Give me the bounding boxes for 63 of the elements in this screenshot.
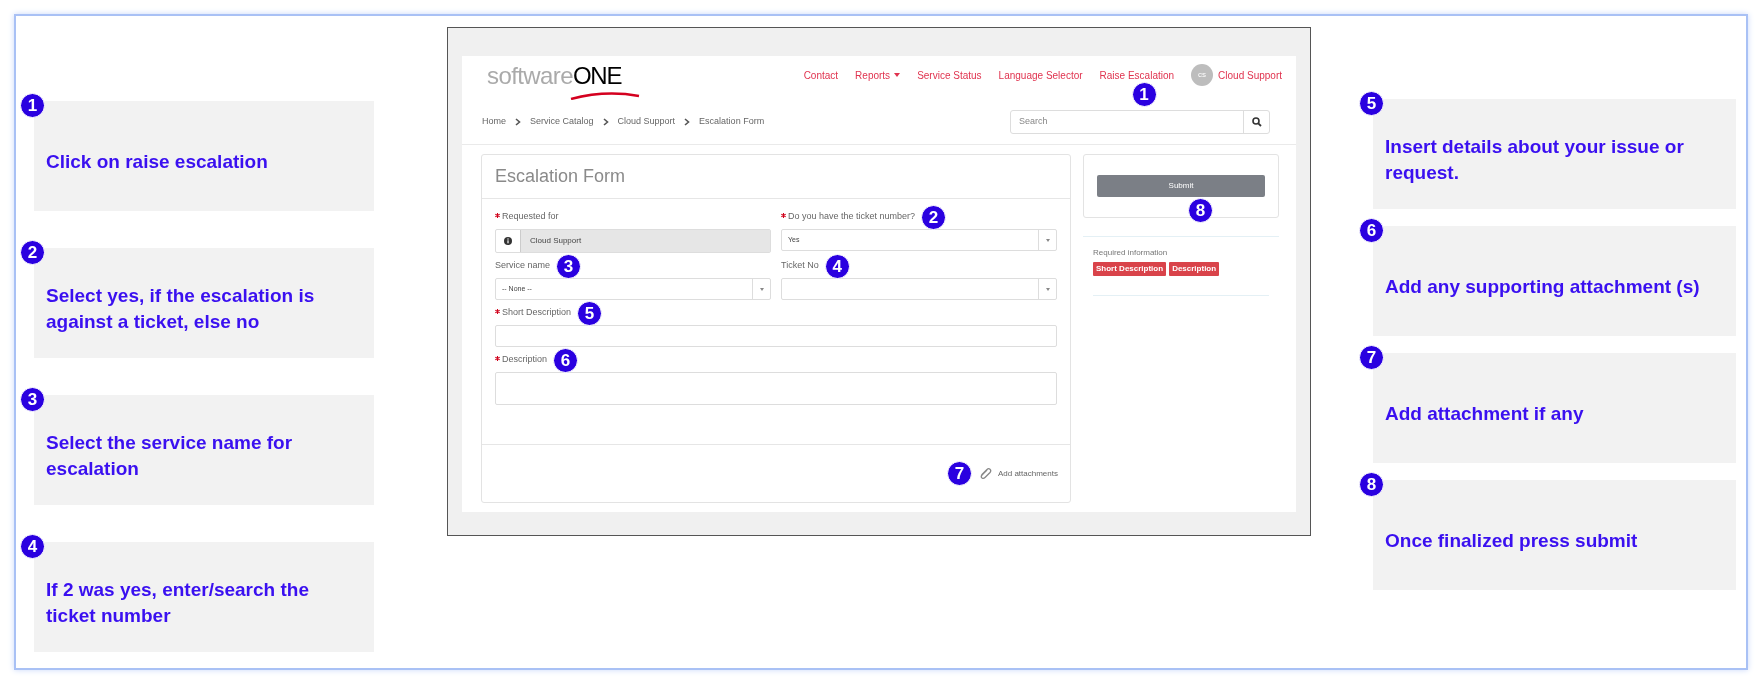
user-name-link[interactable]: Cloud Support: [1218, 67, 1282, 83]
input-field[interactable]: [495, 325, 1057, 347]
step-number-badge: 2: [20, 240, 45, 265]
step-text: Click on raise escalation: [46, 150, 268, 174]
dropdown[interactable]: [781, 278, 1057, 300]
chevron-icon: [602, 118, 609, 126]
info-icon: [504, 237, 512, 245]
logo-text: softwareONE: [487, 61, 622, 91]
nav-link[interactable]: Language Selector: [998, 67, 1083, 83]
text-area[interactable]: [495, 372, 1057, 405]
step-text: Once finalized press submit: [1385, 529, 1638, 553]
form-title: Escalation Form: [482, 155, 1070, 199]
step-number-badge: 3: [556, 253, 582, 279]
step-number-badge: 8: [1188, 198, 1213, 223]
logo-swoosh-icon: [569, 92, 641, 100]
step-text: Add any supporting attachment (s): [1385, 275, 1700, 299]
step-number-badge: 1: [20, 93, 45, 118]
submit-button[interactable]: Submit: [1097, 175, 1265, 197]
breadcrumb-link[interactable]: Service Catalog: [530, 115, 594, 129]
step-number-badge: 7: [946, 461, 972, 486]
add-attachments-link[interactable]: Add attachments: [997, 467, 1058, 480]
step-text: If 2 was yes, enter/search the ticket number: [46, 578, 310, 628]
step-text: Select the service name for escalation: [46, 431, 294, 481]
step-number-badge: 6: [553, 347, 579, 373]
step-text: Select yes, if the escalation is against a ticket, else no: [46, 284, 316, 334]
breadcrumb-link[interactable]: Home: [482, 115, 506, 129]
step-number-badge: 7: [1359, 345, 1384, 370]
search-input[interactable]: Search: [1011, 111, 1243, 133]
input-field[interactable]: Cloud Support: [495, 229, 771, 253]
caret-icon: [1045, 238, 1050, 242]
breadcrumb-link[interactable]: Cloud Support: [617, 115, 676, 129]
step-number-badge: 5: [1359, 91, 1384, 116]
search-field[interactable]: Search: [1010, 110, 1270, 134]
breadcrumb-link[interactable]: Escalation Form: [699, 115, 765, 129]
field-label: Requested for: [502, 210, 559, 224]
required-tag: Short Description: [1093, 262, 1167, 276]
nav-link[interactable]: Raise Escalation: [1099, 67, 1175, 83]
caret-icon: [894, 73, 901, 77]
field-label: Ticket No: [781, 259, 819, 273]
step-text: Add attachment if any: [1385, 402, 1584, 426]
step-number-badge: 1: [1131, 81, 1157, 107]
required-tag: Description: [1169, 262, 1220, 276]
nav-link[interactable]: Reports: [855, 67, 901, 83]
nav-link[interactable]: Service Status: [917, 67, 982, 83]
step-number-badge: 4: [20, 534, 45, 559]
field-label: Short Description: [502, 306, 572, 320]
step-number-badge: 6: [1359, 218, 1384, 243]
step-number-badge: 3: [20, 387, 45, 412]
field-label: Service name: [495, 259, 551, 273]
caret-icon: [759, 287, 764, 291]
step-number-badge: 4: [824, 253, 850, 279]
nav-link[interactable]: Contact: [803, 67, 839, 83]
caret-icon: [1045, 287, 1050, 291]
chevron-icon: [684, 118, 691, 126]
step-number-badge: 8: [1359, 472, 1384, 497]
step-text: Insert details about your issue or request.: [1385, 135, 1685, 185]
required-information-label: Required information: [1093, 247, 1169, 259]
field-label: Do you have the ticket number?: [788, 210, 916, 224]
step-number-badge: 5: [577, 300, 603, 326]
chevron-icon: [515, 118, 521, 126]
search-icon: [1251, 117, 1262, 127]
step-number-badge: 2: [921, 204, 947, 230]
field-label: Description: [502, 353, 548, 367]
